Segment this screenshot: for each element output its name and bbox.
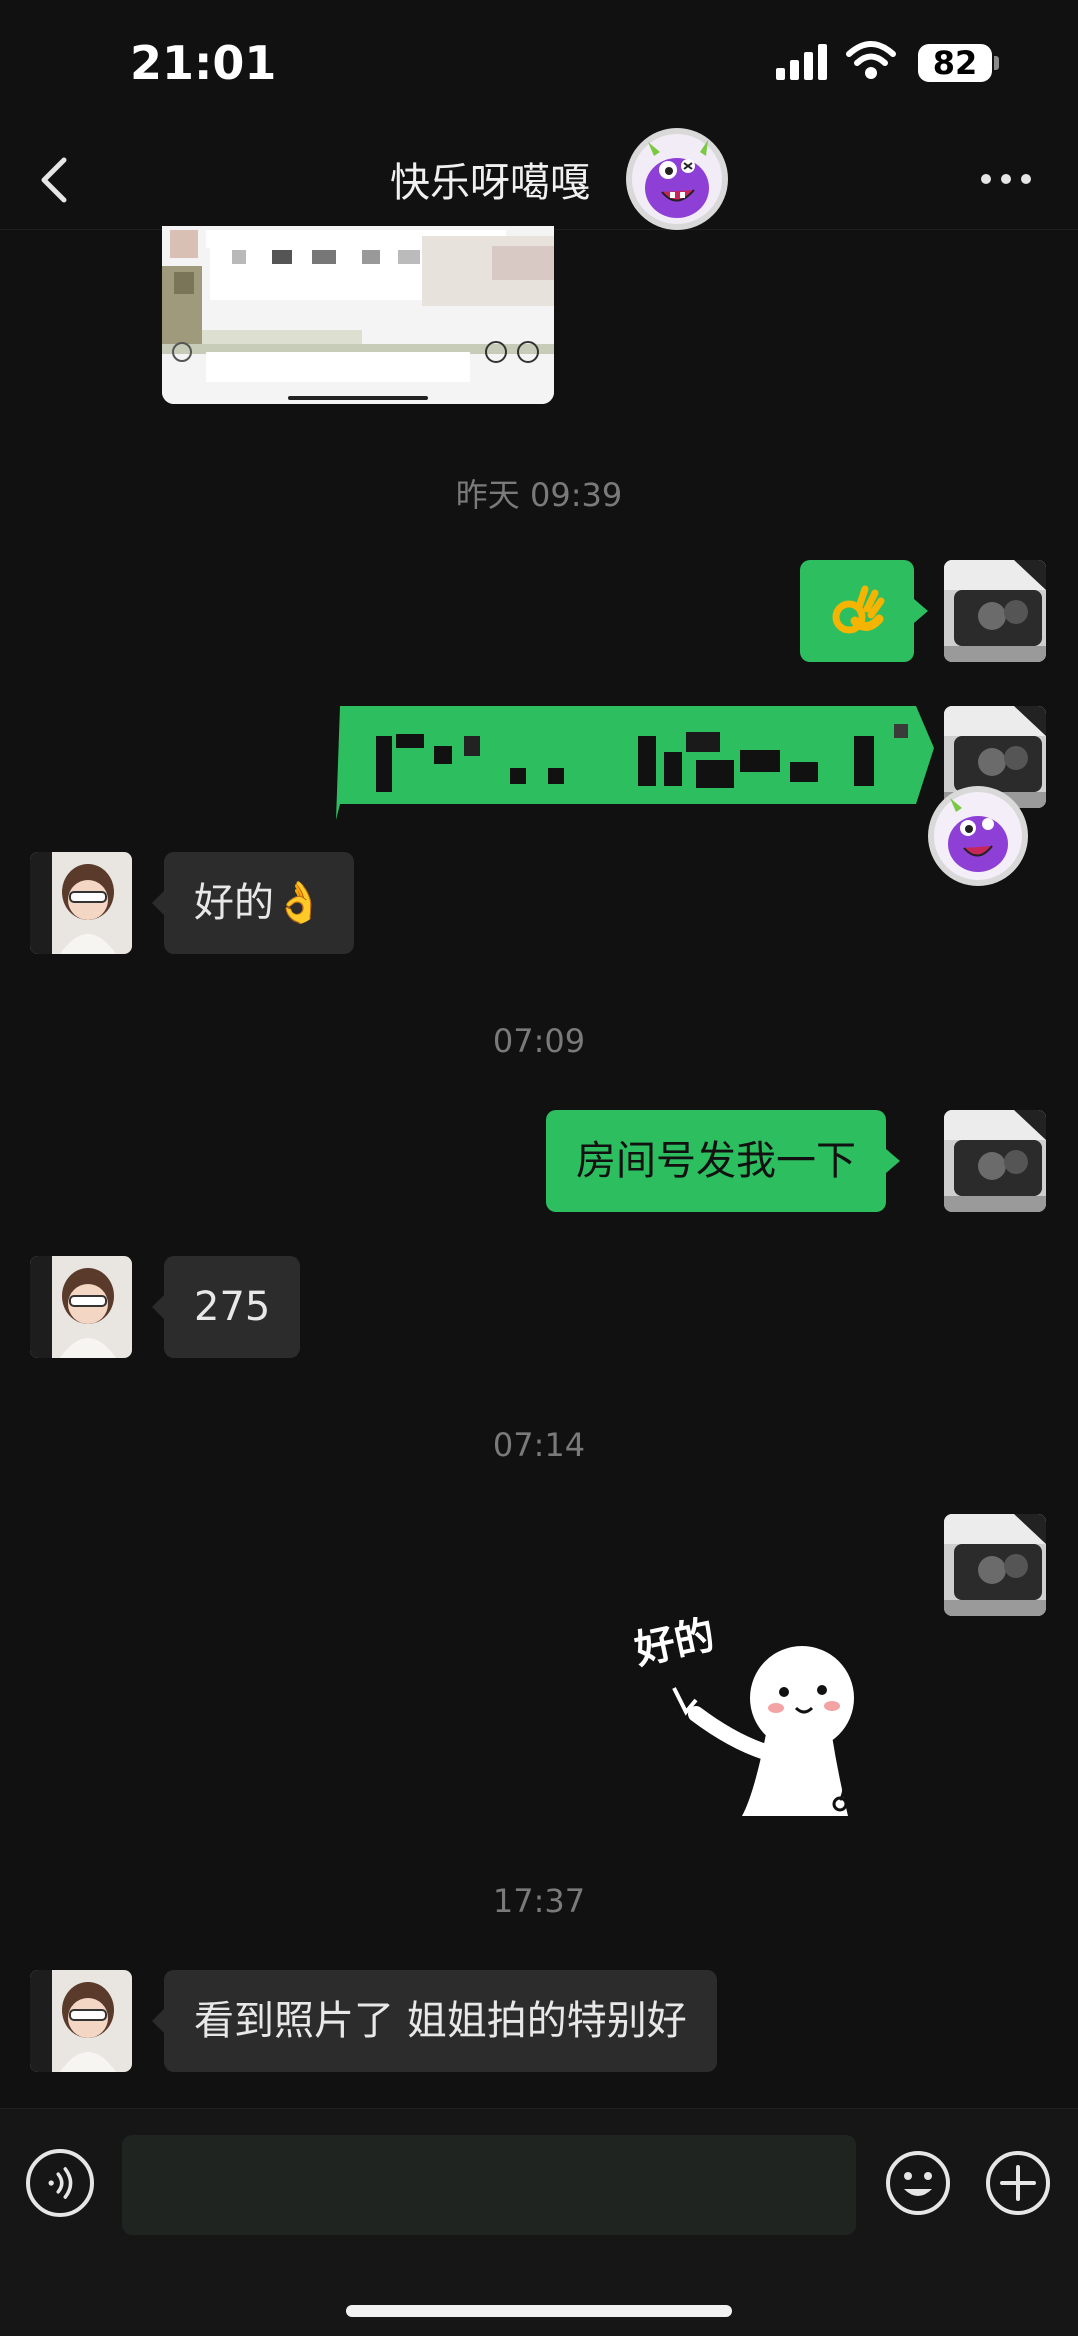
chat-header: 快乐呀噶嘎 [0,128,1078,230]
wifi-icon [846,41,896,79]
mosaic-blur-image [336,706,934,820]
contact-avatar[interactable] [30,1970,132,2072]
girl-avatar-icon [30,1256,132,1358]
sticker-message[interactable]: 好的 [626,1604,866,1816]
my-avatar[interactable] [944,560,1046,662]
timestamp: 昨天 09:39 [455,476,623,514]
outgoing-mosaic-message[interactable] [334,706,944,820]
message-composer [0,2108,1078,2336]
emoji-icon[interactable] [884,2149,952,2217]
contact-avatar[interactable] [30,852,132,954]
status-bar: 21:01 82 [0,0,1078,130]
outgoing-message-bubble[interactable] [800,560,928,662]
ok-hand-emoji-icon [832,585,885,634]
battery-tip [994,56,999,70]
timestamp: 17:37 [492,1882,586,1920]
more-options-icon[interactable] [976,154,1036,204]
signal-icon [776,44,827,80]
incoming-message-bubble[interactable]: 好的👌 [152,852,354,954]
add-more-icon[interactable] [984,2149,1052,2217]
outgoing-message-bubble[interactable]: 房间号发我一下 [546,1110,900,1212]
car-mirror-avatar-icon [944,560,1046,662]
my-avatar[interactable] [944,1110,1046,1212]
back-icon[interactable] [32,152,82,208]
incoming-message-bubble[interactable]: 275 [151,1256,301,1358]
home-indicator [346,2305,732,2317]
monster-sticker-icon [928,786,1028,886]
girl-avatar-icon [30,1970,132,2072]
battery-indicator: 82 [918,44,992,82]
blurred-screenshot-image [162,226,554,404]
incoming-message-bubble[interactable]: 看到照片了 姐姐拍的特别好 [152,1970,717,2072]
chat-title: 快乐呀噶嘎 [390,160,590,206]
timestamp: 07:14 [492,1426,586,1464]
voice-input-icon[interactable] [26,2149,94,2217]
my-avatar[interactable] [944,1514,1046,1616]
monster-avatar-icon [626,128,728,230]
girl-avatar-icon [30,852,132,954]
car-mirror-avatar-icon [944,1514,1046,1616]
car-mirror-avatar-icon [944,1110,1046,1212]
contact-avatar[interactable] [30,1256,132,1358]
timestamp: 07:09 [492,1022,586,1060]
image-message-screenshot[interactable] [162,226,554,404]
message-input[interactable] [122,2135,856,2235]
status-time: 21:01 [130,36,277,90]
